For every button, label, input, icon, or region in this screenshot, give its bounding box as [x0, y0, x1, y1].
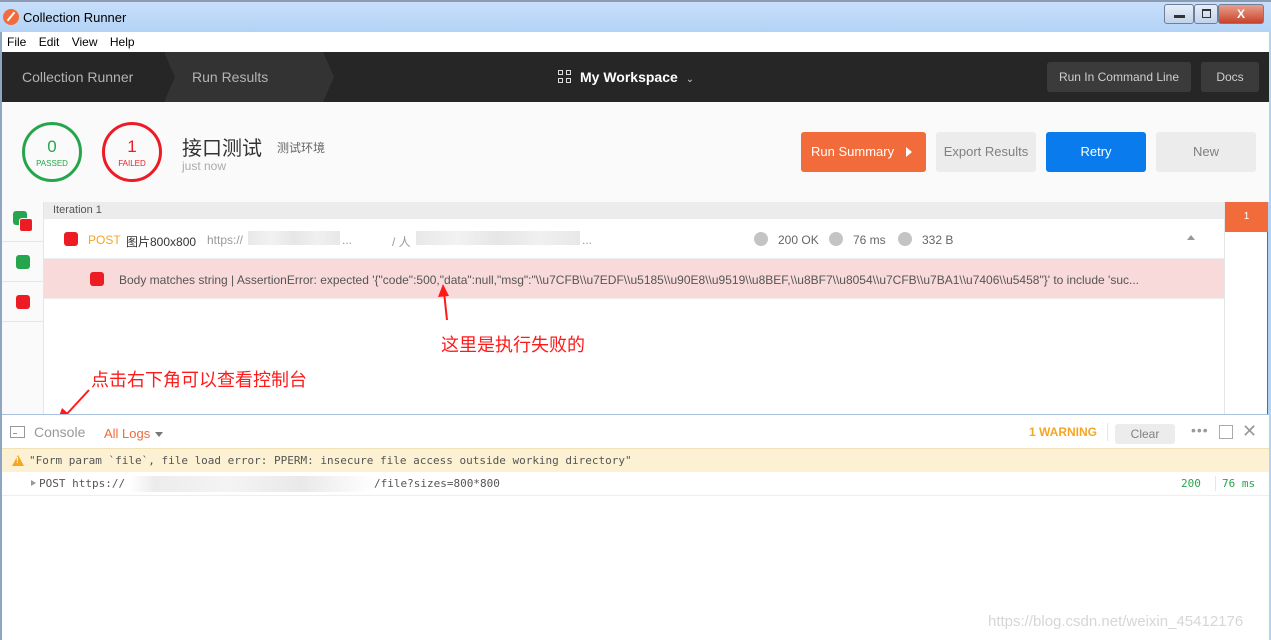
close-console-icon[interactable]: ✕ — [1242, 421, 1257, 442]
request-row[interactable]: POST 图片800x800 https:// ... / 人 ... 200 … — [44, 219, 1224, 259]
failed-label: FAILED — [118, 159, 146, 168]
log-request-path: /file?sizes=800*800 — [374, 477, 500, 490]
url-ellipsis: ... — [582, 233, 593, 247]
minimize-icon — [1174, 15, 1185, 18]
test-result-row: Body matches string | AssertionError: ex… — [44, 259, 1224, 299]
filter-failed[interactable] — [2, 282, 43, 322]
iteration-header: Iteration 1 — [44, 202, 1224, 219]
passed-counter: 0 PASSED — [22, 122, 82, 182]
breadcrumb-collection-runner[interactable]: Collection Runner — [2, 52, 165, 102]
filter-rail — [2, 202, 44, 414]
docs-button[interactable]: Docs — [1201, 62, 1259, 92]
window-title-bar: Collection Runner X — [0, 0, 1271, 32]
log-request: POST https:// — [39, 477, 126, 490]
filter-passed[interactable] — [2, 242, 43, 282]
passed-label: PASSED — [36, 159, 68, 168]
test-failure-message: Body matches string | AssertionError: ex… — [119, 273, 1140, 287]
response-status: 200 OK — [778, 233, 819, 247]
workspace-name: My Workspace — [580, 69, 678, 85]
warning-icon-glyph: ! — [16, 456, 19, 465]
clear-console-button[interactable]: Clear — [1115, 424, 1175, 444]
run-time: just now — [182, 159, 227, 173]
run-summary-label: Run Summary — [811, 144, 895, 159]
url-ellipsis: ... — [342, 233, 353, 247]
caret-down-icon — [155, 432, 164, 438]
menu-help[interactable]: Help — [105, 32, 139, 49]
close-window-button[interactable]: X — [1218, 4, 1264, 24]
collapse-icon[interactable] — [1187, 235, 1195, 240]
response-time: 76 ms — [853, 233, 886, 247]
new-button[interactable]: New — [1156, 132, 1256, 172]
passed-square-icon — [16, 255, 30, 269]
watermark: https://blog.csdn.net/weixin_45412176 — [988, 613, 1244, 630]
failure-annotation: 这里是执行失败的 — [441, 335, 585, 355]
workspace-grid-icon — [558, 70, 572, 84]
redacted-url — [416, 231, 580, 245]
window-title: Collection Runner — [23, 10, 127, 25]
request-name: 图片800x800 — [126, 235, 197, 249]
retry-button[interactable]: Retry — [1046, 132, 1146, 172]
redacted-url — [248, 231, 340, 245]
log-status: 200 — [1181, 477, 1201, 490]
divider — [1107, 423, 1108, 441]
run-summary-button[interactable]: Run Summary — [801, 132, 926, 172]
header-bar: Collection Runner Run Results My Workspa… — [2, 52, 1269, 102]
console-panel: Console All Logs 1 WARNING Clear ••• ✕ !… — [2, 414, 1269, 640]
filter-all[interactable] — [2, 202, 43, 242]
request-method: POST — [88, 233, 121, 247]
breadcrumb-run-results[interactable]: Run Results — [164, 52, 334, 102]
failed-count: 1 — [127, 137, 137, 156]
divider — [1215, 476, 1216, 491]
console-warning-row: ! "Form param `file`, file load error: P… — [2, 448, 1269, 472]
failed-square-icon — [90, 272, 104, 286]
caret-right-icon — [906, 147, 912, 157]
menu-view[interactable]: View — [67, 32, 102, 49]
postman-logo-icon — [3, 9, 19, 25]
console-icon — [10, 426, 25, 438]
log-filter-dropdown[interactable]: All Logs — [104, 426, 164, 441]
log-filter-label: All Logs — [104, 426, 151, 441]
failed-counter: 1 FAILED — [102, 122, 162, 182]
expand-caret-icon[interactable] — [31, 480, 36, 486]
warning-message: "Form param `file`, file load error: PPE… — [29, 454, 632, 467]
annotation-arrow-up-icon — [438, 284, 449, 321]
run-summary-header: 0 PASSED 1 FAILED 接口测试 测试环境 just now Run… — [2, 102, 1269, 202]
failed-square-icon — [19, 218, 33, 232]
export-results-button[interactable]: Export Results — [936, 132, 1036, 172]
run-in-command-line-button[interactable]: Run In Command Line — [1047, 62, 1191, 92]
console-title[interactable]: Console — [34, 424, 85, 440]
maximize-icon — [1202, 9, 1211, 18]
minimize-button[interactable] — [1164, 4, 1194, 24]
redacted-url — [130, 476, 374, 492]
console-header: Console All Logs 1 WARNING Clear ••• ✕ — [2, 415, 1269, 448]
menu-edit[interactable]: Edit — [34, 32, 64, 49]
failed-square-icon — [64, 232, 78, 246]
pop-out-icon[interactable] — [1219, 425, 1233, 439]
request-url: https:// — [207, 233, 244, 247]
menu-file[interactable]: File — [2, 32, 30, 49]
log-time: 76 ms — [1222, 477, 1256, 490]
response-size: 332 B — [922, 233, 954, 247]
more-options-icon[interactable]: ••• — [1191, 422, 1209, 438]
passed-count: 0 — [47, 137, 57, 156]
size-dot-icon — [898, 232, 912, 246]
maximize-button[interactable] — [1194, 4, 1218, 24]
iteration-rail: 1 — [1224, 202, 1268, 414]
iteration-tab-1[interactable]: 1 — [1225, 202, 1268, 232]
environment-name: 测试环境 — [277, 141, 326, 155]
console-log-row[interactable]: POST https:// /file?sizes=800*800 200 76… — [2, 472, 1269, 496]
failed-square-icon — [16, 295, 30, 309]
workspace-selector[interactable]: My Workspace ⌄ — [558, 52, 694, 102]
request-url-path: / 人 — [392, 235, 411, 249]
warning-count[interactable]: 1 WARNING — [1029, 425, 1097, 439]
console-annotation: 点击右下角可以查看控制台 — [91, 370, 307, 390]
collection-name: 接口测试 — [182, 138, 262, 160]
chevron-down-icon: ⌄ — [685, 74, 695, 85]
time-dot-icon — [829, 232, 843, 246]
menu-bar: File Edit View Help — [2, 32, 1269, 52]
status-dot-icon — [754, 232, 768, 246]
